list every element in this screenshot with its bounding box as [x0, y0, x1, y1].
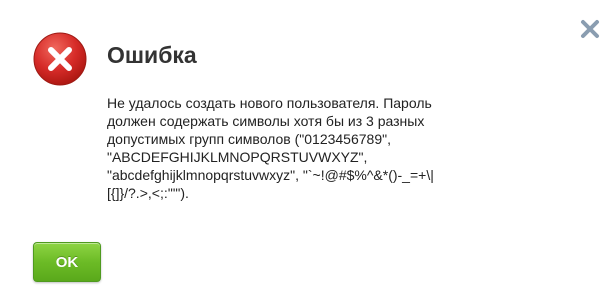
error-dialog: Ошибка Не удалось создать нового пользов…: [0, 0, 605, 305]
message-line: Не удалось создать нового пользователя. …: [107, 95, 432, 111]
message-line: [{]}/?.>,<;:'"").: [107, 185, 189, 201]
message-line: "ABCDEFGHIJKLMNOPQRSTUVWXYZ",: [107, 149, 368, 165]
dialog-title: Ошибка: [107, 42, 197, 68]
message-line: должен содержать символы хотя бы из 3 ра…: [107, 113, 425, 129]
ok-button[interactable]: OK: [33, 242, 101, 282]
error-icon: [33, 32, 87, 86]
message-line: допустимых групп символов ("0123456789",: [107, 131, 391, 147]
error-message: Не удалось создать нового пользователя. …: [107, 94, 547, 202]
message-line: "abcdefghijklmnopqrstuvwxyz", "`~!@#$%^&…: [107, 167, 434, 183]
close-icon[interactable]: [578, 17, 602, 41]
